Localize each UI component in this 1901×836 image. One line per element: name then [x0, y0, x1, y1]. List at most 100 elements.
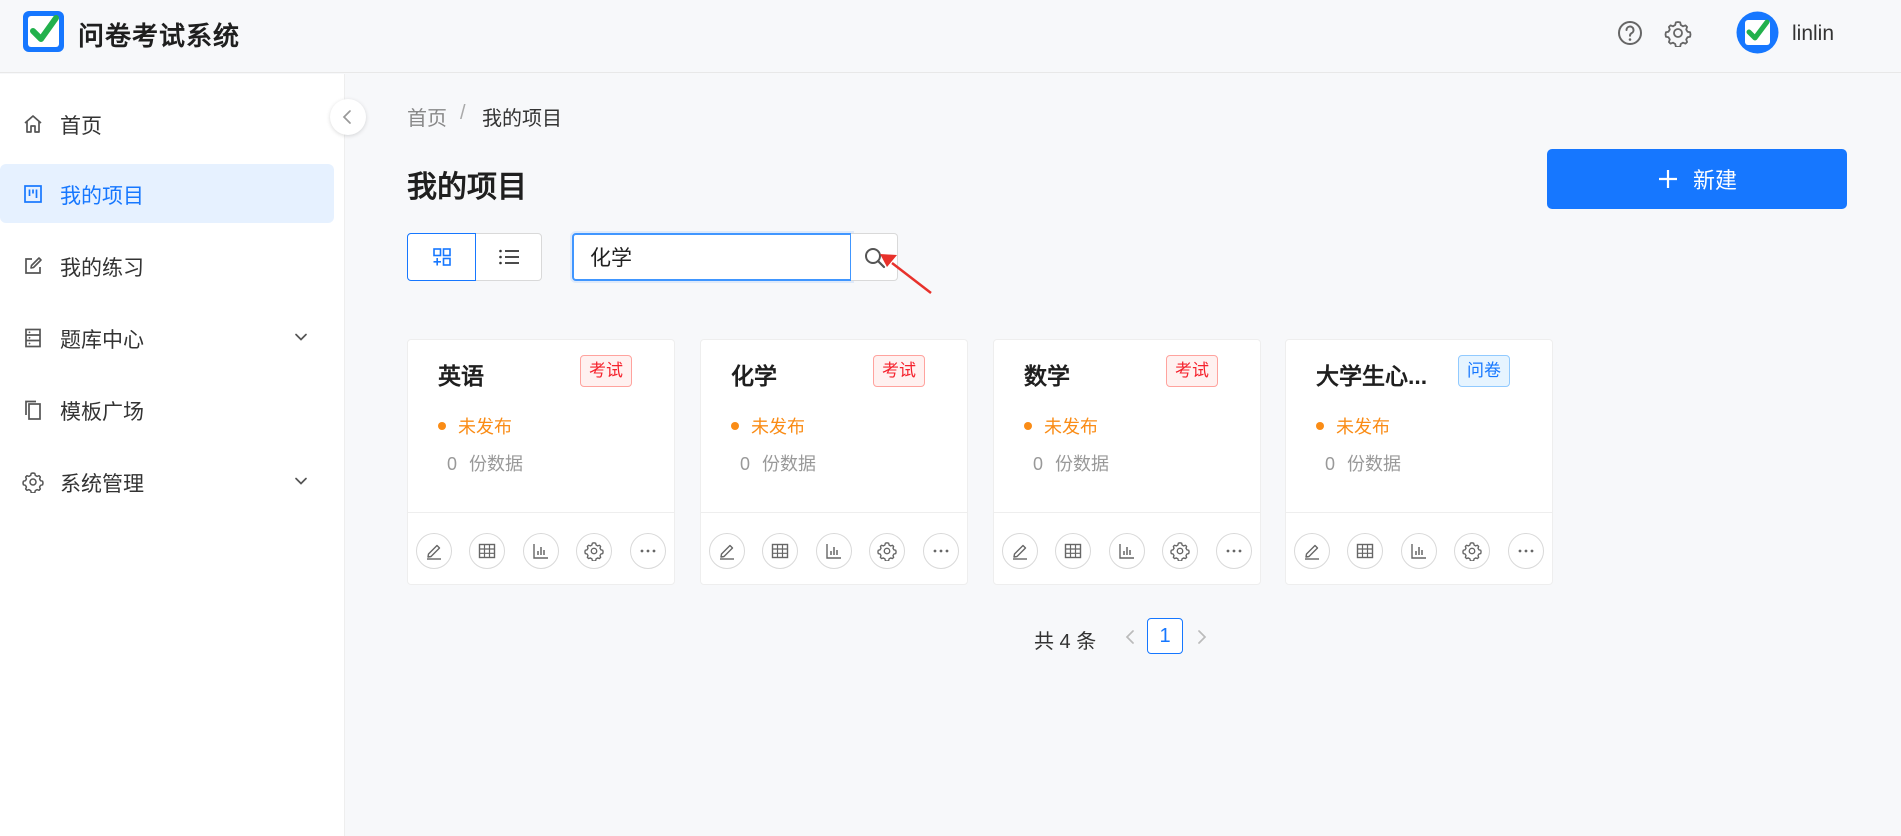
- card-title[interactable]: 英语: [438, 357, 578, 391]
- status-dot: [438, 422, 446, 431]
- gear-icon: [877, 542, 897, 561]
- edit-button[interactable]: [1002, 533, 1038, 569]
- pagination-total: 共 4 条: [1034, 631, 1097, 653]
- pagination-prev-icon[interactable]: [1120, 625, 1140, 649]
- breadcrumb-home-link[interactable]: 首页: [407, 102, 447, 131]
- sidebar-item-question-bank[interactable]: 题库中心: [0, 308, 334, 367]
- edit-icon: [720, 544, 734, 560]
- settings-button[interactable]: [1454, 533, 1490, 569]
- card-type-tag: 考试: [1166, 355, 1218, 387]
- settings-button[interactable]: [1162, 533, 1198, 569]
- card-data-count: 0 份数据: [447, 450, 523, 476]
- user-avatar[interactable]: [1736, 11, 1779, 54]
- app-title: 问卷考试系统: [78, 21, 241, 51]
- edit-button[interactable]: [709, 533, 745, 569]
- settings-button[interactable]: [869, 533, 905, 569]
- help-icon[interactable]: [1616, 19, 1644, 47]
- card-status-label: 未发布: [751, 417, 805, 437]
- grid-view-icon: [432, 248, 451, 266]
- settings-button[interactable]: [576, 533, 612, 569]
- card-title[interactable]: 大学生心...: [1316, 357, 1456, 391]
- sidebar-item-label: 题库中心: [60, 329, 144, 352]
- chevron-left-icon: [342, 110, 351, 124]
- bar-chart-icon: [1119, 544, 1134, 559]
- statistics-button[interactable]: [523, 533, 559, 569]
- pagination-next-icon[interactable]: [1192, 625, 1212, 649]
- card-status: 未发布: [438, 413, 512, 439]
- card-title[interactable]: 化学: [731, 357, 871, 391]
- bar-chart-icon: [1411, 544, 1426, 559]
- sidebar-item-label: 系统管理: [60, 473, 144, 496]
- project-card[interactable]: 大学生心... 问卷 未发布 0 份数据: [1285, 339, 1553, 585]
- edit-button[interactable]: [1294, 533, 1330, 569]
- sidebar-item-my-projects[interactable]: 我的项目: [0, 164, 334, 223]
- table-icon: [771, 543, 789, 559]
- list-view-button[interactable]: [476, 234, 542, 280]
- breadcrumb-current: 我的项目: [482, 108, 562, 130]
- more-icon: [1518, 549, 1534, 553]
- search-input[interactable]: [572, 233, 852, 281]
- settings-gear-icon[interactable]: [1664, 19, 1692, 47]
- sidebar-item-label: 首页: [60, 115, 102, 138]
- project-board-icon: [24, 185, 42, 203]
- statistics-button[interactable]: [816, 533, 852, 569]
- card-type-tag: 问卷: [1458, 355, 1510, 387]
- card-status: 未发布: [731, 413, 805, 439]
- edit-button[interactable]: [416, 533, 452, 569]
- project-card[interactable]: 数学 考试 未发布 0 份数据: [993, 339, 1261, 585]
- card-count-value: 0: [1325, 454, 1336, 474]
- project-card[interactable]: 化学 考试 未发布 0 份数据: [700, 339, 968, 585]
- bar-chart-icon: [533, 544, 548, 559]
- data-table-button[interactable]: [1347, 533, 1383, 569]
- gear-icon: [1170, 542, 1190, 561]
- sidebar-item-label: 我的项目: [60, 185, 144, 208]
- data-table-button[interactable]: [1055, 533, 1091, 569]
- bar-chart-icon: [826, 544, 841, 559]
- card-count-value: 0: [447, 454, 458, 474]
- more-button[interactable]: [1216, 533, 1252, 569]
- card-count-label: 份数据: [1055, 454, 1110, 474]
- card-title[interactable]: 数学: [1024, 357, 1164, 391]
- gear-icon: [584, 542, 604, 561]
- status-dot: [1024, 422, 1032, 431]
- pagination-page-button[interactable]: 1: [1147, 618, 1183, 654]
- sidebar-item-template-square[interactable]: 模板广场: [0, 380, 334, 439]
- table-icon: [1064, 543, 1082, 559]
- card-type-tag: 考试: [873, 355, 925, 387]
- edit-square-icon: [25, 257, 42, 274]
- gear-icon: [1462, 542, 1482, 561]
- more-icon: [640, 549, 656, 553]
- home-icon: [24, 115, 42, 133]
- user-name[interactable]: linlin: [1792, 22, 1834, 46]
- data-table-button[interactable]: [469, 533, 505, 569]
- sidebar-item-my-practice[interactable]: 我的练习: [0, 236, 334, 295]
- sidebar-item-system-management[interactable]: 系统管理: [0, 452, 334, 511]
- project-card[interactable]: 英语 考试 未发布 0 份数据: [407, 339, 675, 585]
- more-button[interactable]: [630, 533, 666, 569]
- card-status: 未发布: [1024, 413, 1098, 439]
- chevron-down-icon: [295, 333, 307, 341]
- card-actions: [1286, 512, 1552, 585]
- grid-view-button[interactable]: [407, 233, 476, 281]
- card-count-value: 0: [1033, 454, 1044, 474]
- view-mode-toggle: [407, 233, 542, 281]
- sidebar-item-label: 模板广场: [60, 401, 144, 424]
- sidebar-collapse-button[interactable]: [330, 99, 366, 135]
- statistics-button[interactable]: [1109, 533, 1145, 569]
- edit-icon: [1305, 544, 1319, 560]
- card-status-label: 未发布: [1044, 417, 1098, 437]
- sidebar: 首页 我的项目 我的练习 题库中心 模板广场 系统管理: [0, 74, 345, 836]
- more-button[interactable]: [1508, 533, 1544, 569]
- statistics-button[interactable]: [1401, 533, 1437, 569]
- data-table-button[interactable]: [762, 533, 798, 569]
- list-view-icon: [499, 249, 519, 265]
- more-button[interactable]: [923, 533, 959, 569]
- app-header: 问卷考试系统 linlin: [0, 0, 1901, 73]
- status-dot: [1316, 422, 1324, 431]
- card-status-label: 未发布: [458, 417, 512, 437]
- database-icon: [25, 328, 41, 348]
- sidebar-item-home[interactable]: 首页: [0, 94, 334, 153]
- new-project-button[interactable]: 新建: [1547, 149, 1847, 209]
- card-data-count: 0 份数据: [1033, 450, 1109, 476]
- page-title: 我的项目: [407, 171, 527, 204]
